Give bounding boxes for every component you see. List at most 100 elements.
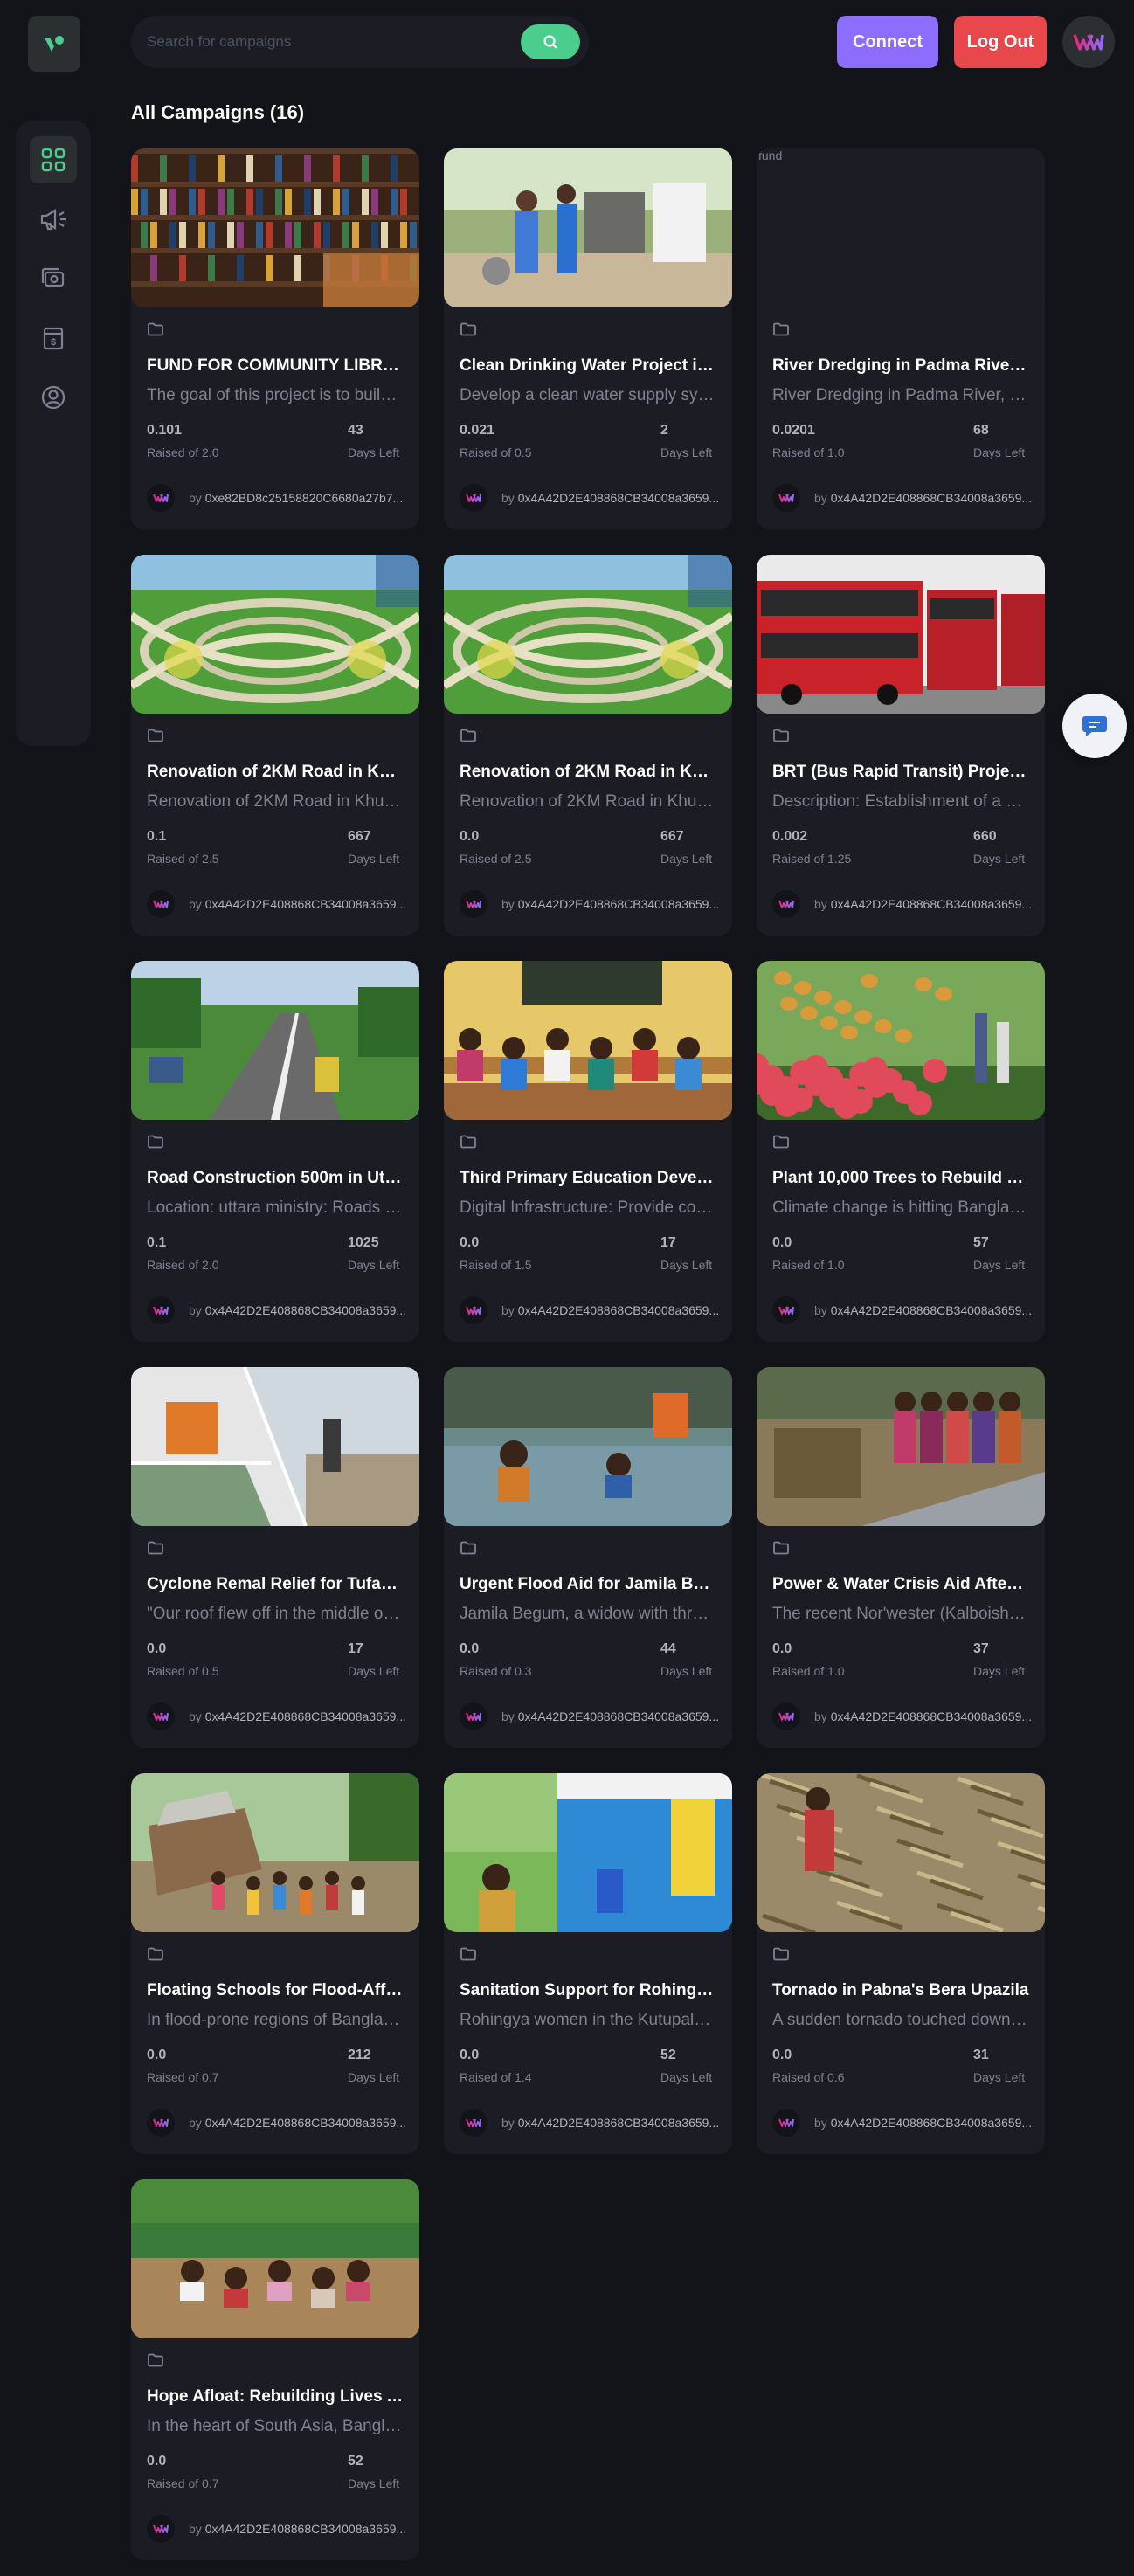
days-left-label: Days Left — [660, 852, 713, 866]
owner-prefix: by — [189, 2522, 202, 2536]
chat-button[interactable] — [1062, 694, 1127, 758]
amount-raised: 0.0 — [460, 2048, 480, 2062]
amount-raised: 0.1 — [147, 1235, 167, 1250]
amount-raised: 0.0 — [147, 2048, 167, 2062]
campaign-owner: by 0x4A42D2E408868CB34008a3659... — [501, 1709, 720, 1723]
campaign-description: Rohingya women in the Kutupalong camp — [460, 2011, 716, 2029]
campaign-card[interactable]: Floating Schools for Flood-Affected Chil… — [131, 1773, 419, 2154]
amount-target: Raised of 1.0 — [772, 445, 845, 459]
campaign-image — [131, 1367, 419, 1526]
page-title: All Campaigns (16) — [131, 101, 305, 123]
amount-target: Raised of 0.3 — [460, 1664, 532, 1678]
owner-logo-icon — [147, 484, 175, 512]
days-left-value: 17 — [348, 1641, 363, 1656]
campaign-description: "Our roof flew off in the middle of the … — [147, 1605, 404, 1623]
folder-icon — [147, 1946, 164, 1966]
campaign-card[interactable]: FUND FOR COMMUNITY LIBRARY The goal of th… — [131, 148, 419, 529]
campaign-card[interactable]: Renovation of 2KM Road in Khulna Renovati… — [444, 555, 732, 936]
days-left-value: 660 — [973, 829, 997, 844]
owner-address: 0x4A42D2E408868CB34008a3659... — [204, 2522, 407, 2536]
search-input[interactable] — [147, 16, 514, 68]
user-avatar[interactable] — [1062, 16, 1115, 68]
days-left-value: 68 — [973, 423, 989, 438]
campaign-image — [131, 2179, 419, 2338]
sidebar-item-dashboard[interactable] — [30, 136, 77, 183]
campaign-title: Renovation of 2KM Road in Khulna — [147, 763, 404, 781]
folder-icon — [147, 728, 164, 748]
amount-target: Raised of 2.0 — [147, 1258, 219, 1272]
owner-address: 0x4A42D2E408868CB34008a3659... — [517, 1709, 720, 1723]
campaign-image — [131, 1773, 419, 1932]
search-button[interactable] — [521, 24, 580, 59]
campaign-owner: by 0x4A42D2E408868CB34008a3659... — [814, 1303, 1033, 1317]
owner-logo-icon — [772, 1296, 800, 1324]
days-left-label: Days Left — [973, 2070, 1026, 2084]
days-left-value: 667 — [660, 829, 684, 844]
campaign-title: Sanitation Support for Rohingya Women — [460, 1981, 716, 1999]
logout-button[interactable]: Log Out — [954, 16, 1047, 68]
connect-button[interactable]: Connect — [837, 16, 938, 68]
owner-prefix: by — [189, 897, 202, 911]
campaign-card[interactable]: Power & Water Crisis Aid After Storm The … — [757, 1367, 1045, 1748]
dashboard-icon — [41, 148, 66, 172]
campaign-card[interactable]: Cyclone Remal Relief for Tufan's Family "… — [131, 1367, 419, 1748]
owner-logo-icon — [147, 890, 175, 918]
svg-text:$: $ — [51, 337, 56, 348]
campaign-image — [131, 555, 419, 714]
sidebar-item-withdraw[interactable]: $ — [30, 314, 77, 362]
owner-logo-icon — [147, 2515, 175, 2543]
campaign-card[interactable]: Third Primary Education Development Prog… — [444, 961, 732, 1342]
days-left-label: Days Left — [973, 1664, 1026, 1678]
campaign-card[interactable]: Hope Afloat: Rebuilding Lives After Floo… — [131, 2179, 419, 2560]
campaign-image — [444, 555, 732, 714]
campaign-card[interactable]: Renovation of 2KM Road in Khulna Renovati… — [131, 555, 419, 936]
sidebar-item-payment[interactable] — [30, 255, 77, 302]
amount-raised: 0.0 — [147, 2454, 167, 2469]
campaign-owner: by 0x4A42D2E408868CB34008a3659... — [189, 897, 407, 911]
days-left-value: 37 — [973, 1641, 989, 1656]
campaign-card[interactable]: Urgent Flood Aid for Jamila Begum Jamila … — [444, 1367, 732, 1748]
amount-raised: 0.0 — [460, 829, 480, 844]
campaign-owner: by 0x4A42D2E408868CB34008a3659... — [501, 1303, 720, 1317]
owner-prefix: by — [501, 1303, 515, 1317]
campaign-card[interactable]: Plant 10,000 Trees to Rebuild Our Future… — [757, 961, 1045, 1342]
owner-address: 0x4A42D2E408868CB34008a3659... — [830, 1303, 1033, 1317]
campaign-image — [757, 555, 1045, 714]
campaign-image — [444, 148, 732, 307]
campaign-card[interactable]: Road Construction 500m in Uttara Location… — [131, 961, 419, 1342]
campaign-image — [757, 1773, 1045, 1932]
owner-prefix: by — [814, 1709, 827, 1723]
owner-prefix: by — [501, 491, 515, 505]
campaign-card[interactable]: Clean Drinking Water Project in Rural Ar… — [444, 148, 732, 529]
campaign-card[interactable]: fund River Dredging in Padma River, Bangl… — [757, 148, 1045, 529]
owner-prefix: by — [814, 491, 827, 505]
campaign-title: Power & Water Crisis Aid After Storm — [772, 1575, 1029, 1593]
amount-target: Raised of 0.7 — [147, 2476, 219, 2490]
campaign-card[interactable]: Sanitation Support for Rohingya Women Roh… — [444, 1773, 732, 2154]
folder-icon — [147, 1134, 164, 1154]
campaign-title: River Dredging in Padma River, Banglades… — [772, 356, 1029, 375]
amount-target: Raised of 0.7 — [147, 2070, 219, 2084]
app-logo[interactable] — [28, 16, 80, 72]
amount-raised: 0.021 — [460, 423, 495, 438]
sidebar-item-campaign[interactable] — [30, 196, 77, 243]
folder-icon — [772, 321, 790, 342]
campaign-title: Cyclone Remal Relief for Tufan's Family — [147, 1575, 404, 1593]
campaign-card[interactable]: BRT (Bus Rapid Transit) Project in Dhaka… — [757, 555, 1045, 936]
campaign-image — [131, 961, 419, 1120]
folder-icon — [772, 1946, 790, 1966]
campaign-owner: by 0x4A42D2E408868CB34008a3659... — [814, 1709, 1033, 1723]
sidebar: $ — [16, 121, 91, 746]
owner-address: 0xe82BD8c25158820C6680a27b7... — [204, 491, 404, 505]
amount-target: Raised of 1.0 — [772, 1258, 845, 1272]
days-left-value: 43 — [348, 423, 363, 438]
owner-logo-icon — [147, 2109, 175, 2137]
amount-target: Raised of 0.5 — [460, 445, 532, 459]
campaign-owner: by 0x4A42D2E408868CB34008a3659... — [189, 1303, 407, 1317]
sidebar-item-profile[interactable] — [30, 374, 77, 421]
owner-address: 0x4A42D2E408868CB34008a3659... — [830, 1709, 1033, 1723]
campaign-image — [757, 961, 1045, 1120]
campaign-card[interactable]: Tornado in Pabna's Bera Upazila A sudden … — [757, 1773, 1045, 2154]
campaign-description: A sudden tornado touched down in Bera — [772, 2011, 1029, 2029]
folder-icon — [460, 321, 477, 342]
